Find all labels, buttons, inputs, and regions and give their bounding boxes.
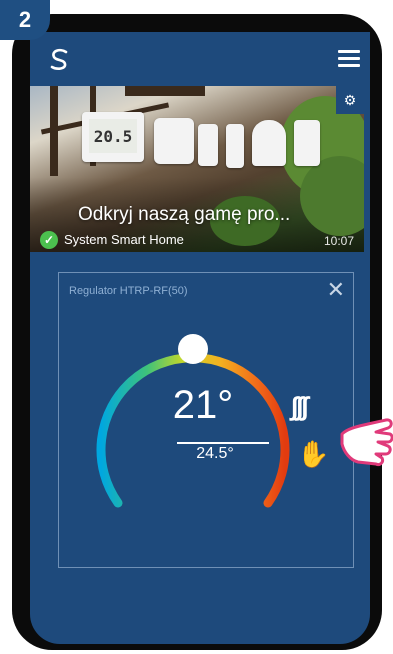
step-badge: 2 xyxy=(0,0,50,40)
thermostat-display: 20.5 xyxy=(89,119,137,153)
phone-frame: 20.5 ⚙ Odkryj naszą gamę pro... ✓ System… xyxy=(12,14,382,650)
top-bar xyxy=(30,32,370,84)
check-icon: ✓ xyxy=(40,231,58,249)
app-screen: 20.5 ⚙ Odkryj naszą gamę pro... ✓ System… xyxy=(30,32,370,644)
temperature-arc xyxy=(96,353,290,508)
salus-logo-icon[interactable] xyxy=(46,46,72,72)
current-temperature: 24.5° xyxy=(196,445,234,462)
promo-banner[interactable]: 20.5 ⚙ Odkryj naszą gamę pro... ✓ System… xyxy=(30,86,364,252)
hamburger-menu-icon[interactable] xyxy=(338,50,360,67)
gear-icon[interactable]: ⚙ xyxy=(336,86,364,114)
thermostat-card[interactable]: Regulator HTRP-RF(50) ✕ 21° 24.5° ∫∫∫ ✋ xyxy=(58,272,354,568)
gateway-device-image xyxy=(252,120,286,166)
thermostat-device-image: 20.5 xyxy=(82,112,144,162)
setpoint-handle xyxy=(178,334,208,364)
banner-title: Odkryj naszą gamę pro... xyxy=(78,204,291,225)
banner-subtitle: System Smart Home xyxy=(64,232,184,247)
plug-device-image xyxy=(226,124,244,168)
pointing-finger-icon xyxy=(340,418,393,466)
switch-device-image xyxy=(198,124,218,166)
step-number: 2 xyxy=(18,7,32,32)
manual-mode-hand-icon[interactable]: ✋ xyxy=(297,439,329,470)
setpoint-temperature: 21° xyxy=(172,383,234,427)
sensor-device-image xyxy=(154,118,194,164)
banner-time: 10:07 xyxy=(323,234,354,248)
heating-icon: ∫∫∫ xyxy=(291,391,308,421)
motion-sensor-image xyxy=(294,120,320,166)
